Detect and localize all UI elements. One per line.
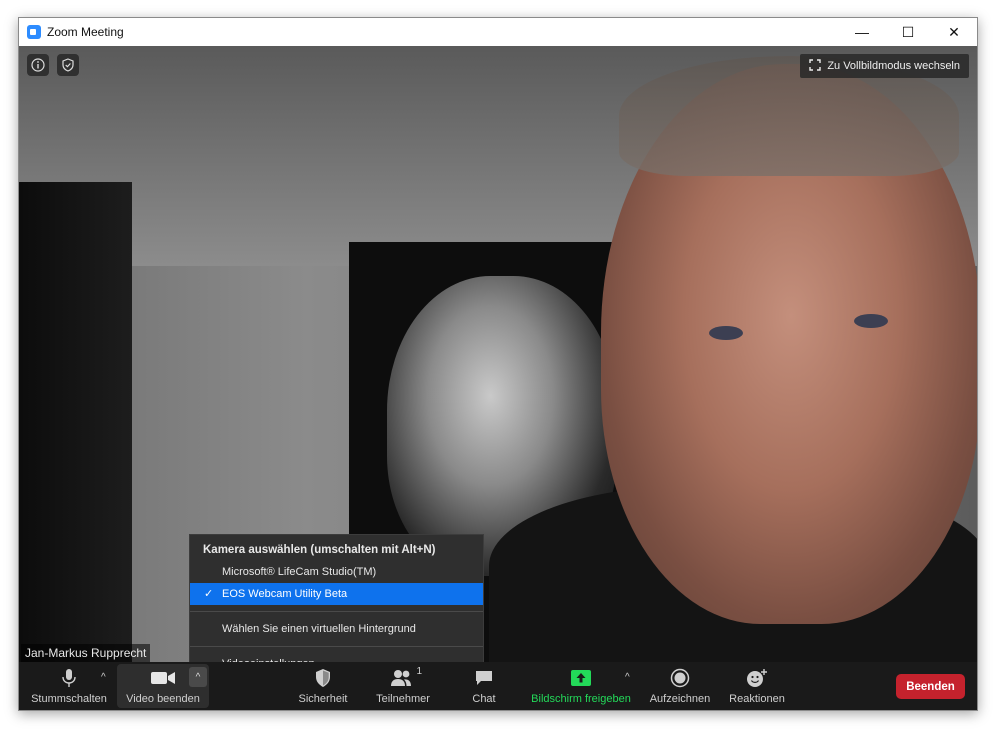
record-icon bbox=[670, 666, 690, 690]
emoji-plus-icon bbox=[746, 666, 768, 690]
zoom-app-icon bbox=[27, 25, 41, 39]
video-camera-icon bbox=[150, 666, 176, 690]
maximize-button[interactable]: ☐ bbox=[885, 18, 931, 46]
window-title: Zoom Meeting bbox=[47, 25, 124, 39]
camera-menu-header: Kamera auswählen (umschalten mit Alt+N) bbox=[203, 544, 436, 556]
share-options-caret[interactable]: ^ bbox=[625, 672, 630, 683]
info-icon[interactable] bbox=[27, 54, 49, 76]
chat-icon bbox=[474, 666, 494, 690]
end-meeting-button[interactable]: Beenden bbox=[896, 674, 965, 699]
shield-icon[interactable] bbox=[57, 54, 79, 76]
record-button[interactable]: Aufzeichnen bbox=[645, 662, 715, 710]
mute-button[interactable]: Stummschalten bbox=[27, 662, 111, 710]
shield-icon bbox=[314, 666, 332, 690]
chat-button[interactable]: Chat bbox=[463, 662, 505, 710]
fullscreen-button[interactable]: Zu Vollbildmodus wechseln bbox=[800, 54, 969, 78]
background-poster-left bbox=[19, 182, 132, 662]
title-bar: Zoom Meeting — ☐ ✕ bbox=[19, 18, 977, 46]
checkmark-icon: ✓ bbox=[204, 588, 214, 600]
zoom-window: Zoom Meeting — ☐ ✕ Zu Vollbildmodus wech… bbox=[18, 17, 978, 711]
share-screen-button[interactable]: Bildschirm freigeben bbox=[527, 662, 635, 710]
participants-button[interactable]: 1 Teilnehmer bbox=[371, 662, 435, 710]
participants-icon: 1 bbox=[390, 666, 422, 690]
security-button[interactable]: Sicherheit bbox=[291, 662, 355, 710]
microphone-icon bbox=[61, 666, 77, 690]
video-options-caret[interactable]: ^ bbox=[189, 667, 207, 687]
menu-divider bbox=[190, 611, 483, 612]
video-feed: Zu Vollbildmodus wechseln Jan-Markus Rup… bbox=[19, 46, 977, 662]
virtual-background-option[interactable]: Wählen Sie einen virtuellen Hintergrund bbox=[190, 618, 483, 640]
fullscreen-icon bbox=[809, 58, 822, 74]
camera-option-lifecam[interactable]: Microsoft® LifeCam Studio(TM) bbox=[190, 561, 483, 583]
meeting-toolbar: Stummschalten ^ Video beenden ^ Sicherhe… bbox=[19, 662, 977, 710]
camera-select-menu: Kamera auswählen (umschalten mit Alt+N) … bbox=[189, 534, 484, 662]
camera-option-eos[interactable]: ✓ EOS Webcam Utility Beta bbox=[190, 583, 483, 605]
minimize-button[interactable]: — bbox=[839, 18, 885, 46]
video-settings-option[interactable]: Videoeinstellungen... bbox=[190, 653, 483, 662]
menu-divider bbox=[190, 646, 483, 647]
fullscreen-label: Zu Vollbildmodus wechseln bbox=[827, 60, 960, 72]
reactions-button[interactable]: Reaktionen bbox=[725, 662, 789, 710]
close-button[interactable]: ✕ bbox=[931, 18, 977, 46]
participant-name-tag: Jan-Markus Rupprecht bbox=[21, 644, 151, 662]
audio-options-caret[interactable]: ^ bbox=[101, 672, 106, 683]
participant-count: 1 bbox=[416, 666, 422, 677]
share-screen-icon bbox=[570, 666, 592, 690]
